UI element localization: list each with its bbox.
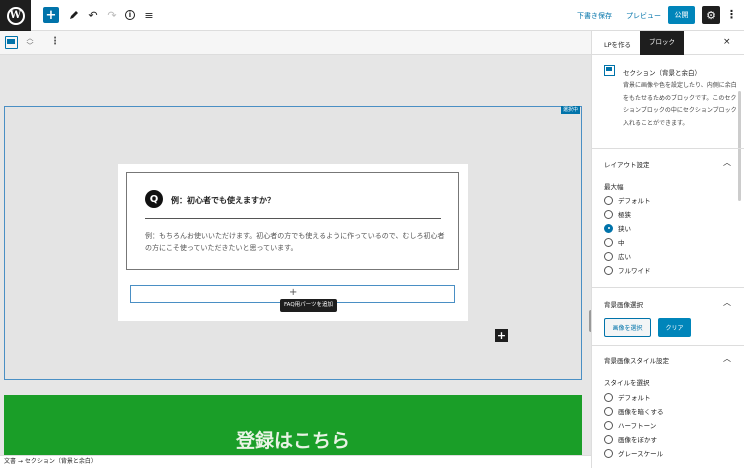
- radio-label: 画像を暗くする: [618, 408, 664, 416]
- tab-block[interactable]: ブロック: [640, 31, 684, 55]
- bg-image-heading[interactable]: 背景画像選択: [604, 299, 643, 309]
- radio-button[interactable]: [604, 251, 613, 261]
- sidebar-scrollbar[interactable]: [738, 91, 741, 201]
- width-option-narrow[interactable]: 狭い: [604, 223, 631, 233]
- radio-button[interactable]: [604, 237, 613, 247]
- block-toolbar: ︿ ﹀ ⋮: [0, 31, 591, 55]
- style-option-halftone[interactable]: ハーフトーン: [604, 420, 656, 430]
- settings-sidebar: LPを作る ブロック × セクション（背景と余白） 背景に画像や色を設定したり、…: [591, 31, 744, 468]
- list-view-button[interactable]: ≡: [141, 7, 157, 23]
- chevron-up-icon[interactable]: ︿: [723, 297, 731, 308]
- radio-button[interactable]: [604, 209, 613, 219]
- divider: [592, 148, 744, 149]
- question-badge: Q: [145, 190, 163, 208]
- width-option-default[interactable]: デフォルト: [604, 195, 651, 205]
- radio-button[interactable]: [604, 434, 613, 444]
- radio-label: デフォルト: [618, 394, 651, 402]
- block-title: セクション（背景と余白）: [623, 69, 701, 77]
- divider: [592, 345, 744, 346]
- radio-label: デフォルト: [618, 197, 651, 205]
- width-option-full-wide[interactable]: フルワイド: [604, 265, 651, 275]
- radio-button[interactable]: [604, 420, 613, 430]
- width-option-medium[interactable]: 中: [604, 237, 625, 247]
- radio-button[interactable]: [604, 195, 613, 205]
- edit-tool-button[interactable]: [66, 7, 82, 23]
- info-icon: i: [125, 10, 135, 20]
- add-block-button[interactable]: +: [43, 7, 59, 23]
- style-option-darken[interactable]: 画像を暗くする: [604, 406, 664, 416]
- radio-label: 狭い: [618, 225, 631, 233]
- wordpress-logo-button[interactable]: W: [0, 0, 31, 31]
- block-more-options-button[interactable]: ⋮: [50, 36, 60, 47]
- style-option-blur[interactable]: 画像をぼかす: [604, 434, 657, 444]
- save-draft-button[interactable]: 下書き保存: [577, 11, 612, 21]
- faq-question[interactable]: 例：初心者でも使えますか？: [171, 195, 275, 206]
- select-image-button[interactable]: 画像を選択: [604, 318, 651, 337]
- block-mover: ︿ ﹀: [24, 34, 36, 50]
- move-up-button[interactable]: ︿: [24, 34, 36, 42]
- radio-label: 極狭: [618, 211, 631, 219]
- block-description: 背景に画像や色を設定したり、内側に余白をもたせるためのブロックです。このセクショ…: [623, 82, 737, 127]
- radio-button[interactable]: [604, 406, 613, 416]
- style-select-label: スタイルを選択: [604, 379, 650, 387]
- close-sidebar-button[interactable]: ×: [723, 37, 731, 47]
- chevron-up-icon[interactable]: ︿: [723, 157, 731, 168]
- preview-button[interactable]: プレビュー: [626, 11, 661, 21]
- radio-label: 広い: [618, 253, 631, 261]
- editor-canvas: 選択中 Q 例：初心者でも使えますか？ 例：もちろんお使いいただけます。初心者の…: [0, 55, 591, 455]
- settings-button[interactable]: ⚙: [702, 6, 720, 24]
- gear-icon: ⚙: [706, 8, 716, 22]
- faq-answer[interactable]: 例：もちろんお使いいただけます。初心者の方でも使えるように作っているので、むしろ…: [145, 230, 445, 254]
- divider: [592, 287, 744, 288]
- pencil-icon: [70, 11, 78, 19]
- radio-button[interactable]: [604, 265, 613, 275]
- move-down-button[interactable]: ﹀: [24, 42, 36, 50]
- section-block-icon[interactable]: [5, 36, 18, 49]
- more-options-button[interactable]: ⋮: [726, 8, 737, 21]
- radio-label: フルワイド: [618, 267, 651, 275]
- max-width-label: 最大幅: [604, 183, 624, 191]
- chevron-up-icon[interactable]: ︿: [723, 353, 731, 364]
- plus-icon: +: [289, 287, 298, 298]
- cta-heading[interactable]: 登録はこちら: [4, 426, 582, 453]
- radio-button[interactable]: [604, 392, 613, 402]
- radio-button[interactable]: [604, 448, 613, 458]
- section-block-icon: [604, 65, 615, 76]
- width-option-wide[interactable]: 広い: [604, 251, 631, 261]
- breadcrumb[interactable]: 文書 → セクション（背景と余白）: [0, 455, 591, 468]
- radio-label: ハーフトーン: [618, 422, 657, 430]
- layout-settings-heading[interactable]: レイアウト設定: [604, 159, 650, 169]
- bg-style-heading[interactable]: 背景画像スタイル設定: [604, 355, 669, 365]
- style-option-default[interactable]: デフォルト: [604, 392, 651, 402]
- radio-button-checked[interactable]: [604, 223, 613, 233]
- cta-section[interactable]: 登録はこちら: [4, 395, 582, 455]
- style-option-grayscale[interactable]: グレースケール: [604, 448, 663, 458]
- clear-image-button[interactable]: クリア: [658, 318, 691, 337]
- publish-button[interactable]: 公開: [668, 6, 695, 24]
- radio-label: 画像をぼかす: [618, 436, 657, 444]
- undo-button[interactable]: ↶: [85, 7, 101, 23]
- add-faq-tooltip: FAQ用パーツを追加: [280, 299, 338, 312]
- info-button[interactable]: i: [122, 7, 138, 23]
- redo-button[interactable]: ↷: [104, 7, 120, 23]
- width-option-extra-narrow[interactable]: 極狭: [604, 209, 631, 219]
- sidebar-tabs: LPを作る ブロック ×: [592, 31, 744, 55]
- block-inserter-button[interactable]: +: [495, 329, 508, 342]
- radio-label: グレースケール: [618, 450, 664, 458]
- radio-label: 中: [618, 239, 625, 247]
- editor-top-bar: W + ↶ ↷ i ≡ 下書き保存 プレビュー 公開 ⚙ ⋮: [0, 0, 744, 31]
- selected-badge: 選択中: [561, 106, 581, 114]
- faq-item[interactable]: Q 例：初心者でも使えますか？ 例：もちろんお使いいただけます。初心者の方でも使…: [126, 172, 459, 270]
- wordpress-icon: W: [6, 6, 25, 25]
- tab-document[interactable]: LPを作る: [604, 39, 631, 49]
- faq-divider: [145, 218, 441, 219]
